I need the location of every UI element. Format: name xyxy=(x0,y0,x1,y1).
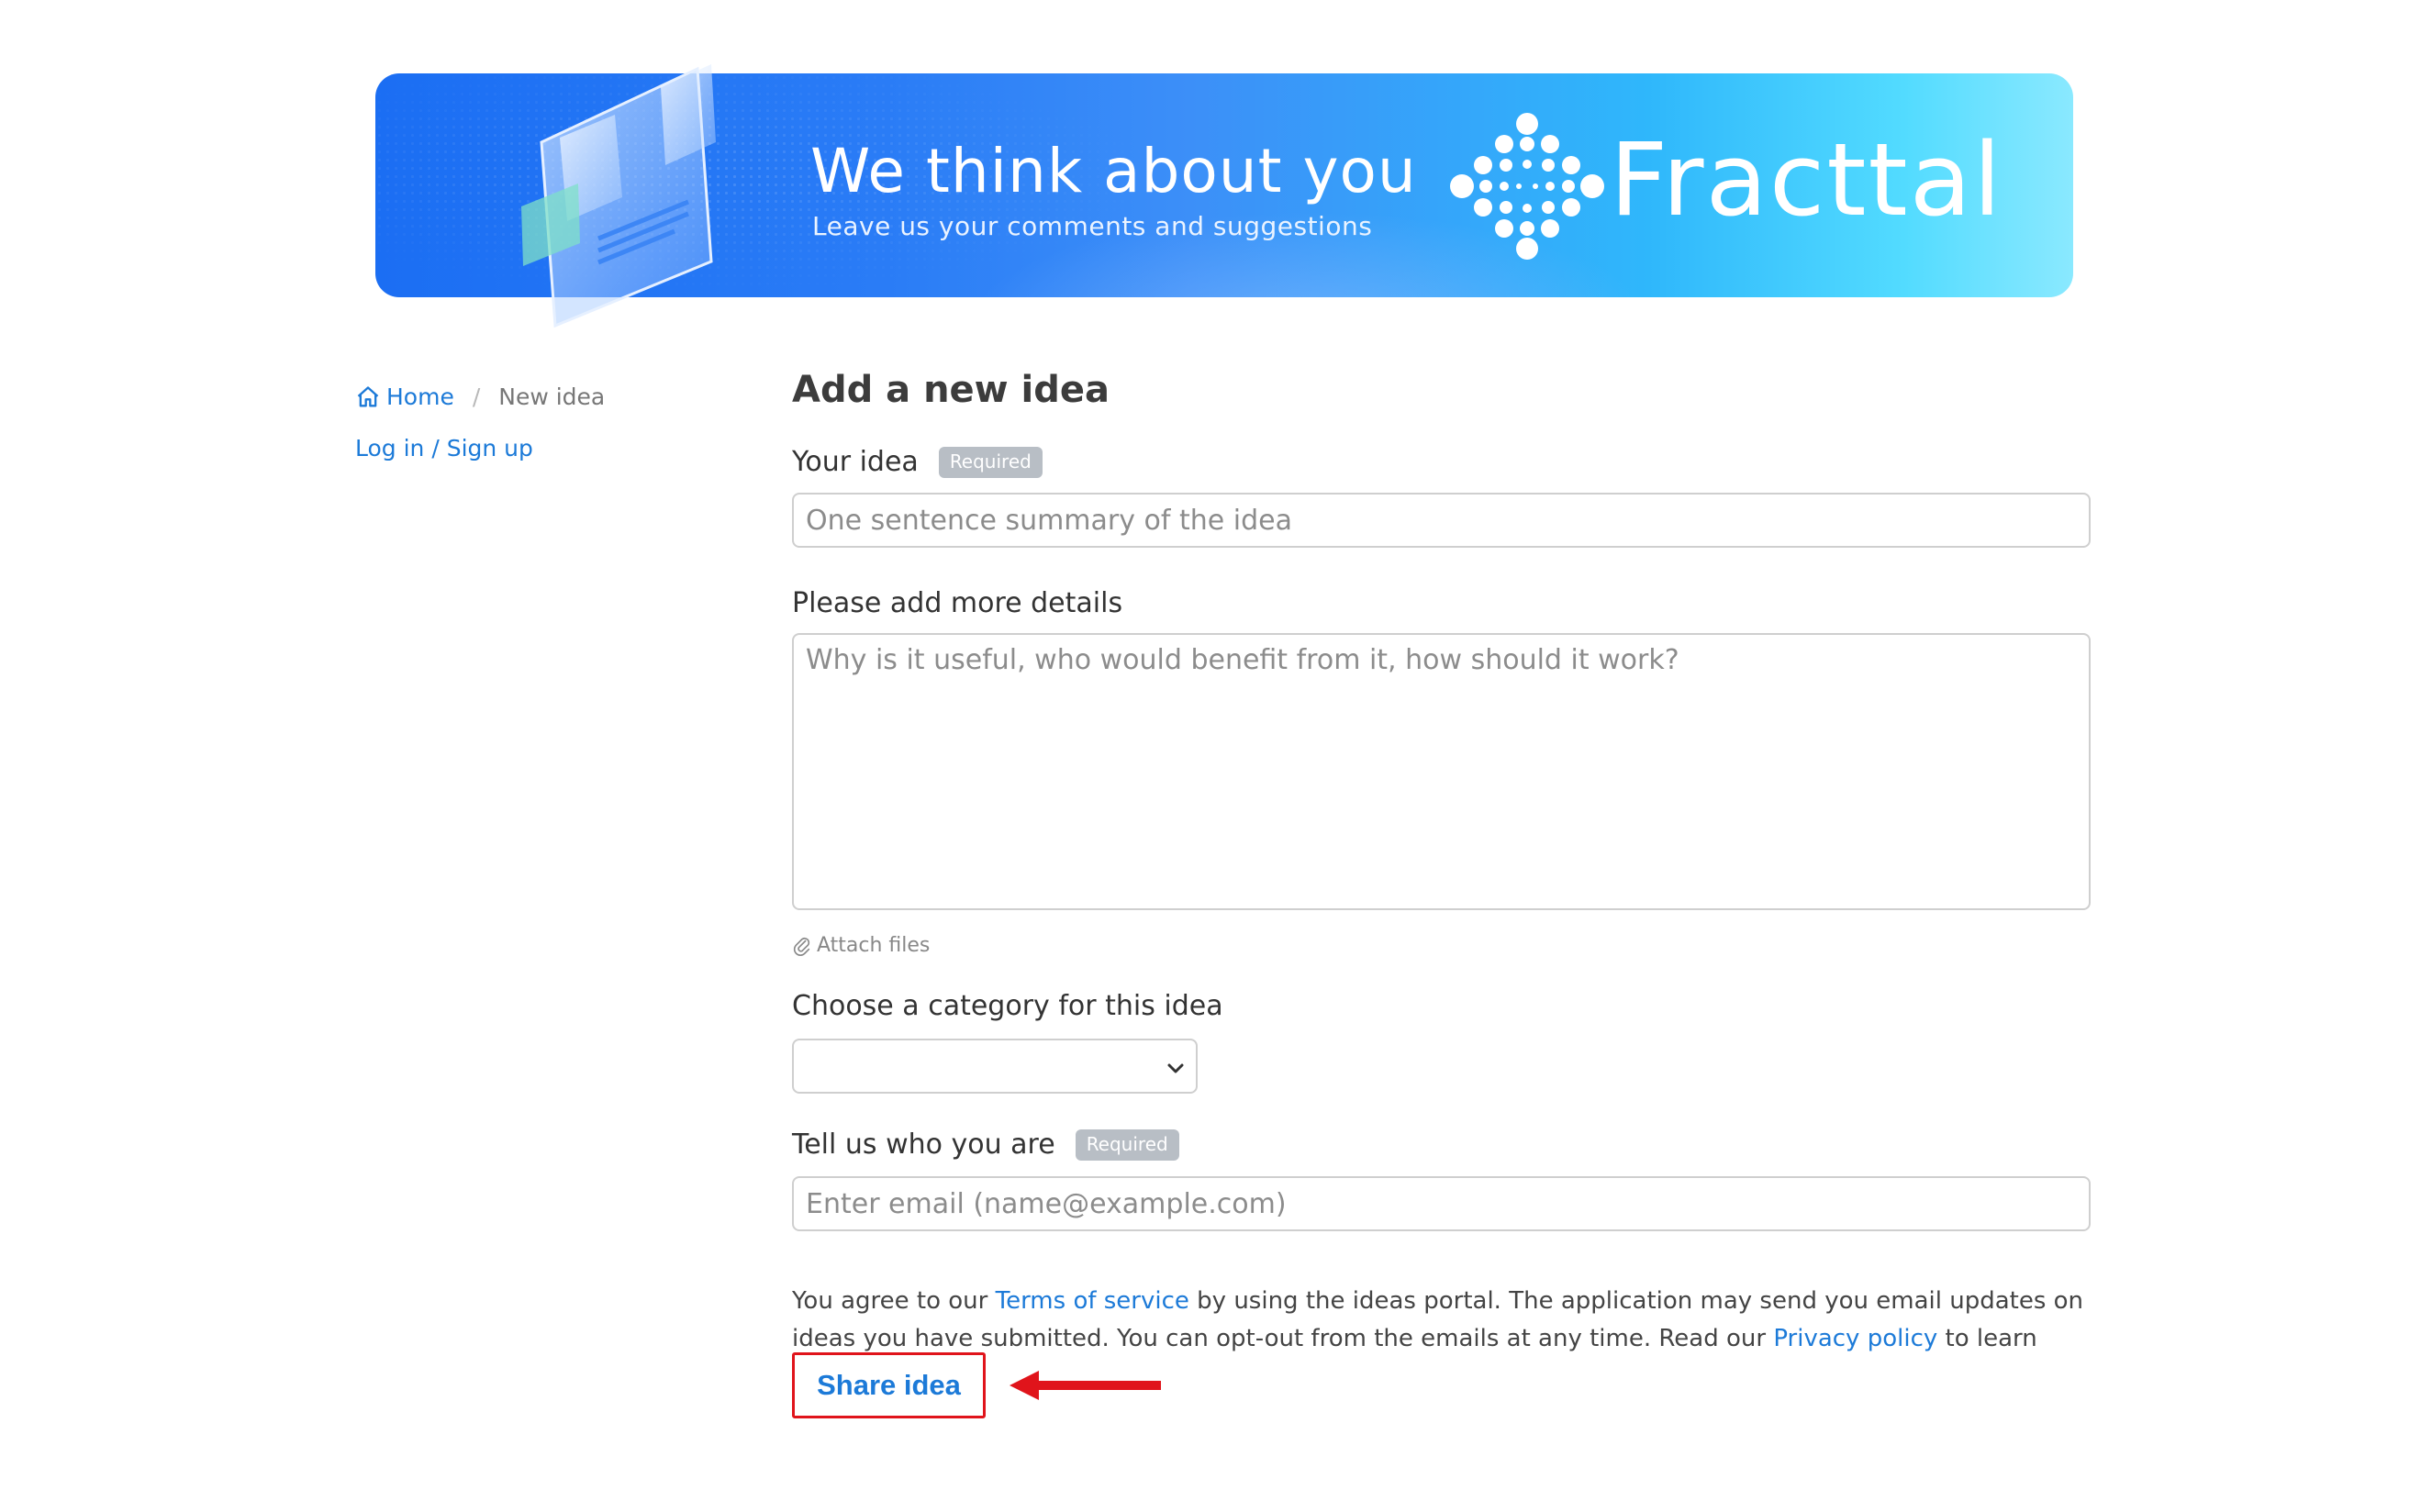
breadcrumb-home-label: Home xyxy=(386,384,454,410)
page-title: Add a new idea xyxy=(792,369,1110,411)
share-idea-button[interactable]: Share idea xyxy=(792,1352,986,1418)
fracttal-logo-icon xyxy=(1450,113,1604,260)
banner-title: We think about you xyxy=(810,136,1417,206)
attach-files-link[interactable]: Attach files xyxy=(792,934,930,957)
identity-label-text: Tell us who you are xyxy=(792,1128,1055,1161)
paperclip-icon xyxy=(793,937,810,956)
page: We think about you Leave us your comment… xyxy=(0,0,2432,1512)
category-label: Choose a category for this idea xyxy=(792,990,1223,1022)
home-icon xyxy=(357,385,379,406)
privacy-policy-link[interactable]: Privacy policy xyxy=(1773,1325,1937,1352)
email-input[interactable] xyxy=(792,1176,2091,1231)
details-textarea[interactable] xyxy=(792,633,2091,910)
red-arrow-icon xyxy=(1010,1371,1161,1400)
identity-required-badge: Required xyxy=(1075,1128,1179,1161)
brand-name: Fracttal xyxy=(1610,121,2003,239)
panels-illustration-icon xyxy=(521,64,716,328)
idea-label: Your idea Required xyxy=(792,446,1043,478)
category-select[interactable] xyxy=(792,1039,1198,1094)
login-signup-link[interactable]: Log in / Sign up xyxy=(355,435,533,461)
banner-subtitle: Leave us your comments and suggestions xyxy=(812,211,1373,241)
terms-text-1: You agree to our xyxy=(792,1287,996,1315)
idea-label-text: Your idea xyxy=(792,446,919,478)
identity-label: Tell us who you are Required xyxy=(792,1128,1179,1161)
attach-files-label: Attach files xyxy=(817,934,931,957)
idea-required-badge: Required xyxy=(938,446,1043,478)
breadcrumb-separator: / xyxy=(472,384,481,410)
breadcrumb: Home / New idea xyxy=(355,384,605,410)
share-idea-label: Share idea xyxy=(817,1369,961,1401)
breadcrumb-current: New idea xyxy=(498,384,606,410)
idea-input[interactable] xyxy=(792,493,2091,548)
breadcrumb-home-link[interactable]: Home xyxy=(355,384,454,410)
chevron-down-icon xyxy=(1167,1063,1184,1073)
terms-of-service-link[interactable]: Terms of service xyxy=(996,1287,1189,1315)
terms-notice: You agree to our Terms of service by usi… xyxy=(792,1283,2091,1395)
details-label: Please add more details xyxy=(792,587,1123,619)
